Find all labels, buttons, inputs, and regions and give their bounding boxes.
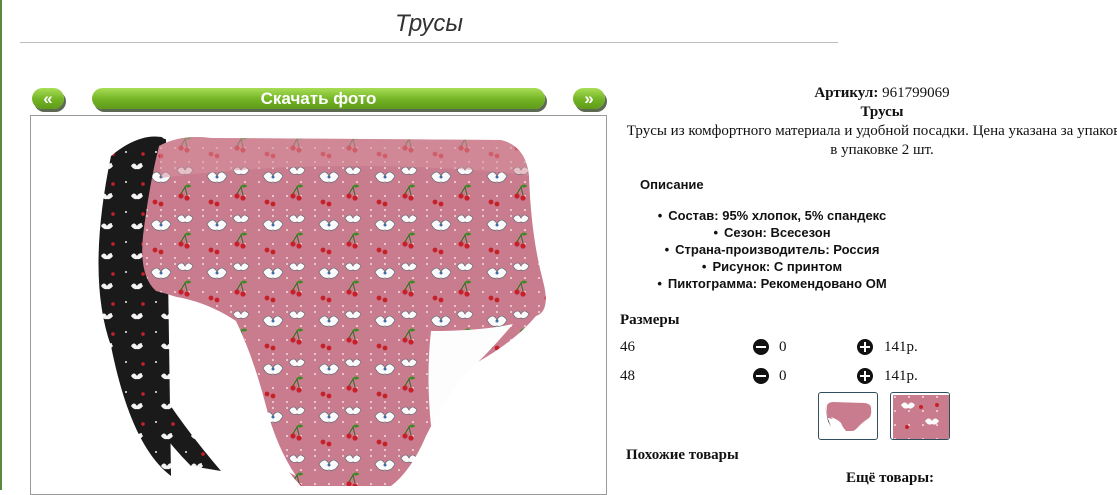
photo-thumbnail[interactable] — [890, 392, 950, 440]
sku-value: 961799069 — [882, 85, 950, 101]
list-item: Состав: 95% хлопок, 5% спандекс — [622, 207, 922, 224]
prev-photo-button[interactable]: « — [32, 88, 64, 109]
description-list: Состав: 95% хлопок, 5% спандекс Сезон: В… — [622, 207, 922, 292]
next-photo-button[interactable]: » — [573, 88, 605, 109]
sku-label: Артикул: — [814, 85, 879, 101]
size-row: 46 0 141р. — [620, 339, 940, 359]
more-products-heading: Ещё товары: — [846, 470, 935, 486]
sku-line: Артикул: 961799069 — [622, 84, 1117, 103]
download-photo-button[interactable]: Скачать фото — [92, 88, 545, 109]
list-item: Рисунок: С принтом — [622, 258, 922, 275]
size-label: 46 — [620, 339, 635, 355]
list-item: Страна-производитель: Россия — [622, 241, 922, 258]
photo-thumbnail[interactable] — [818, 392, 878, 440]
page-title: Трусы — [394, 10, 464, 37]
product-name: Трусы — [860, 104, 904, 120]
plus-circle-icon[interactable] — [857, 368, 873, 384]
quantity-value: 0 — [779, 368, 787, 384]
minus-circle-icon[interactable] — [753, 368, 769, 384]
description-heading: Описание — [640, 177, 704, 192]
quantity-value: 0 — [779, 339, 787, 355]
sizes-heading: Размеры — [620, 312, 680, 328]
minus-circle-icon[interactable] — [753, 339, 769, 355]
similar-products-heading: Похожие товары — [626, 447, 739, 463]
product-photo[interactable] — [30, 115, 607, 495]
list-item: Сезон: Всесезон — [622, 224, 922, 241]
price: 141р. — [884, 339, 918, 355]
product-summary: Трусы из комфортного материала и удобной… — [626, 123, 1117, 158]
size-label: 48 — [620, 368, 635, 384]
product-image — [98, 136, 546, 486]
price: 141р. — [884, 368, 918, 384]
plus-circle-icon[interactable] — [857, 339, 873, 355]
size-row: 48 0 141р. — [620, 368, 940, 388]
title-divider — [20, 42, 838, 43]
list-item: Пиктограмма: Рекомендовано ОМ — [622, 275, 922, 292]
product-info: Артикул: 961799069 Трусы Трусы из комфор… — [622, 84, 1117, 160]
left-border — [0, 0, 2, 490]
